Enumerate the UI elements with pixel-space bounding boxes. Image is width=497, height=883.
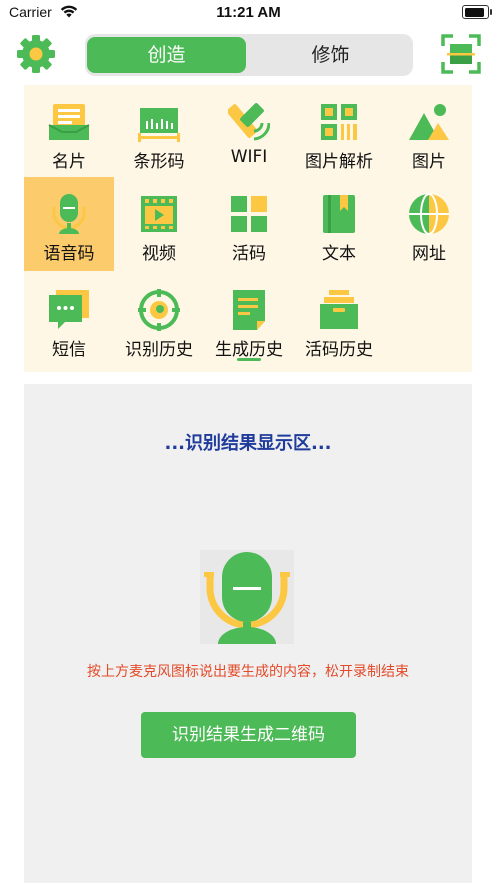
text-book-icon [323, 195, 355, 233]
grid-item-video[interactable]: 视频 [114, 177, 204, 271]
grid-item-business-card[interactable]: 名片 [24, 85, 114, 179]
generate-history-icon [233, 290, 265, 330]
grid-item-label: 名片 [52, 152, 86, 172]
image-icon [409, 104, 449, 140]
grid-item-label: 文本 [322, 244, 356, 264]
grid-item-label: 识别历史 [125, 340, 193, 360]
grid-item-label: 网址 [412, 244, 446, 264]
battery-icon [462, 5, 492, 19]
live-code-icon [231, 196, 267, 232]
globe-icon [409, 193, 449, 235]
grid-item-label: WIFI [230, 147, 268, 167]
microphone-icon [52, 194, 86, 234]
live-code-history-icon [320, 290, 358, 329]
grid-item-image[interactable]: 图片 [384, 85, 474, 179]
result-panel: ...识别结果显示区... 按上方麦克风图标说出要生成的内容，松开录制结束 识别… [24, 384, 472, 883]
mode-segmented-control: 创造 修饰 [85, 34, 413, 76]
grid-item-barcode[interactable]: 条形码 [114, 85, 204, 179]
result-title: ...识别结果显示区... [164, 433, 332, 454]
grid-item-label: 语音码 [43, 244, 95, 264]
record-hint: 按上方麦克风图标说出要生成的内容，松开录制结束 [87, 664, 409, 680]
recognize-history-icon [138, 289, 180, 331]
grid-item-recognize-history[interactable]: 识别历史 [114, 273, 204, 367]
wifi-icon [228, 103, 270, 141]
image-parse-icon [321, 104, 357, 140]
video-icon [141, 196, 177, 232]
status-time: 11:21 AM [216, 4, 281, 21]
grid-item-label: 生成历史 [215, 340, 283, 360]
tab-decorate[interactable]: 修饰 [251, 37, 410, 73]
grid-item-voice-code[interactable]: 语音码 [24, 177, 114, 271]
generate-qrcode-button[interactable]: 识别结果生成二维码 [141, 712, 356, 758]
grid-item-label: 图片 [412, 152, 446, 172]
business-card-icon [48, 104, 90, 140]
grid-item-label: 活码历史 [305, 340, 373, 360]
grid-item-label: 视频 [142, 244, 176, 264]
grid-item-sms[interactable]: 短信 [24, 273, 114, 367]
grid-item-live-code[interactable]: 活码 [204, 177, 294, 271]
grid-item-image-parse[interactable]: 图片解析 [294, 85, 384, 179]
grid-item-generate-history[interactable]: 生成历史 [204, 273, 294, 367]
scan-icon[interactable] [441, 34, 481, 74]
grid-item-label: 活码 [232, 244, 266, 264]
gear-icon[interactable] [15, 33, 57, 75]
grid-item-live-code-history[interactable]: 活码历史 [294, 273, 384, 367]
grid-item-label: 条形码 [133, 152, 185, 172]
record-microphone-button[interactable] [200, 550, 294, 644]
microphone-icon [204, 552, 290, 644]
grid-item-label: 短信 [52, 340, 86, 360]
active-history-indicator [237, 358, 261, 361]
function-grid: 名片 条形码 WIFI 图片解析 图片 语音码 视频 活码 文本 网址 短信 识… [24, 85, 472, 372]
grid-item-text[interactable]: 文本 [294, 177, 384, 271]
barcode-icon [138, 108, 180, 142]
grid-item-label: 图片解析 [305, 152, 373, 172]
tab-create[interactable]: 创造 [87, 37, 246, 73]
grid-item-url[interactable]: 网址 [384, 177, 474, 271]
grid-item-wifi[interactable]: WIFI [204, 85, 294, 179]
status-bar: Carrier 11:21 AM [0, 0, 497, 28]
message-icon [49, 290, 89, 329]
